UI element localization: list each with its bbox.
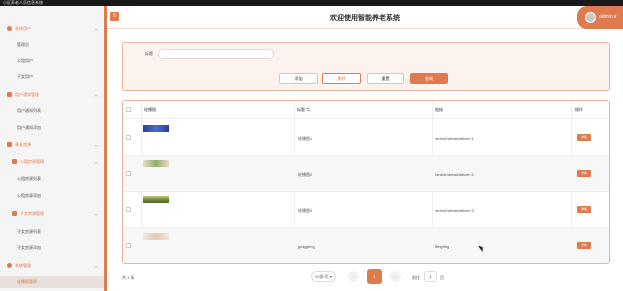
grid-icon	[12, 159, 17, 164]
row-detail-button[interactable]: 详情	[577, 206, 591, 213]
sidebar-section-system-admin[interactable]: 系统管理 ︿	[0, 261, 104, 270]
sidebar-item-carousel[interactable]: 轮播图管理	[0, 276, 104, 288]
search-panel: 标题 添加 删除 重置 查询	[122, 42, 610, 91]
sidebar-item-admin[interactable]: 管理员	[0, 41, 104, 49]
row-link: /article/detail/article=1	[435, 136, 474, 141]
select-all-checkbox[interactable]	[126, 107, 131, 112]
sidebar-group-public-housing[interactable]: 公租房源管理 ︿	[0, 157, 104, 166]
carousel-thumbnail	[143, 233, 169, 240]
data-table: 轮播图 标题 ⇅ 链接 操作 轮播图1 /article/detail/arti…	[122, 100, 610, 264]
page-jump-input[interactable]: 1	[424, 271, 437, 282]
current-page-button[interactable]: 1	[367, 269, 382, 284]
carousel-thumbnail	[143, 160, 169, 167]
row-link: fffngffng	[435, 244, 450, 249]
table-row: 轮播图1 /article/detail/article=1 详情	[123, 120, 609, 156]
row-title: 轮播图2	[298, 172, 313, 177]
sidebar-section-notices[interactable]: 用户通知管理 ︿	[0, 90, 104, 99]
table-row: 轮播图3 /article/detail/article=3 详情	[123, 192, 609, 228]
carousel-thumbnail	[143, 196, 169, 203]
page-title: 欢迎使用智能养老系统	[330, 15, 400, 22]
table-row: 轮播图2 /article/detail/article=2 详情	[123, 156, 609, 192]
user-menu[interactable]: admin ▾	[577, 6, 623, 29]
sidebar-item-notice-add[interactable]: 用户通知添加	[0, 124, 104, 132]
search-input[interactable]	[158, 49, 274, 59]
sidebar-item-public-housing-add[interactable]: 公租房源添加	[0, 192, 104, 200]
chevron-up-icon: ︿	[94, 25, 98, 31]
row-detail-button[interactable]: 详情	[577, 242, 591, 249]
user-icon	[7, 26, 12, 31]
row-title: gfdggfmg	[298, 244, 315, 249]
top-header: ≡ 欢迎使用智能养老系统 admin ▾	[107, 6, 623, 29]
next-page-button[interactable]: >	[390, 271, 401, 282]
column-header-title[interactable]: 标题 ⇅	[297, 107, 310, 113]
row-checkbox[interactable]	[126, 135, 131, 140]
chevron-up-icon: ︿	[94, 262, 98, 268]
column-header-link: 链接	[435, 107, 443, 112]
row-detail-button[interactable]: 详情	[577, 134, 591, 141]
row-checkbox[interactable]	[126, 171, 131, 176]
pager-page-label: 页	[440, 275, 444, 280]
delete-button[interactable]: 删除	[322, 73, 361, 84]
column-header-image: 轮播图	[144, 107, 156, 112]
sidebar-item-child-users[interactable]: 子女用户	[0, 73, 104, 81]
chevron-up-icon: ︿	[94, 141, 98, 147]
prev-page-button[interactable]: <	[348, 271, 359, 282]
row-link: /article/detail/article=3	[435, 208, 474, 213]
carousel-thumbnail	[143, 125, 169, 132]
page-size-select[interactable]: 10条/页 ▾	[311, 271, 336, 282]
add-button[interactable]: 添加	[279, 73, 318, 84]
sidebar-item-public-users[interactable]: 公租用户	[0, 57, 104, 65]
chevron-up-icon: ︿	[94, 210, 98, 216]
avatar	[585, 12, 596, 23]
row-title: 轮播图3	[298, 208, 313, 213]
sidebar-item-child-housing-list[interactable]: 子女房源列表	[0, 228, 104, 236]
grid-icon	[12, 211, 17, 216]
table-header: 轮播图 标题 ⇅ 链接 操作	[123, 101, 609, 119]
pager-goto-label: 前往	[412, 275, 420, 280]
grid-icon	[7, 142, 12, 147]
sidebar-item-notice-list[interactable]: 用户通知列表	[0, 107, 104, 115]
row-checkbox[interactable]	[126, 243, 131, 248]
sidebar-item-public-housing-list[interactable]: 公租房源列表	[0, 175, 104, 183]
row-detail-button[interactable]: 详情	[577, 170, 591, 177]
sidebar-item-child-housing-add[interactable]: 子女房源添加	[0, 244, 104, 252]
row-link: /article/detail/article=2	[435, 172, 474, 177]
list-icon	[7, 92, 12, 97]
chevron-up-icon: ︿	[94, 91, 98, 97]
query-button[interactable]: 查询	[410, 73, 448, 84]
pager-total: 共 4 条	[122, 275, 135, 280]
sidebar: 系统用户 ︿ 管理员 公租用户 子女用户 用户通知管理 ︿ 用户通知列表 用户通知添…	[0, 6, 107, 291]
row-title: 轮播图1	[298, 136, 313, 141]
sidebar-section-housing[interactable]: 家长房源 ︿	[0, 140, 104, 149]
row-checkbox[interactable]	[126, 207, 131, 212]
search-label: 标题	[145, 51, 153, 56]
sidebar-section-system-users[interactable]: 系统用户 ︿	[0, 24, 104, 33]
column-header-action: 操作	[575, 107, 583, 112]
user-name: admin ▾	[599, 14, 617, 20]
sidebar-group-child-housing[interactable]: 子女房源管理 ︿	[0, 209, 104, 218]
chevron-up-icon: ︿	[94, 158, 98, 164]
settings-icon	[7, 263, 12, 268]
reset-button[interactable]: 重置	[367, 73, 404, 84]
table-row: gfdggfmg fffngffng 详情	[123, 228, 609, 263]
